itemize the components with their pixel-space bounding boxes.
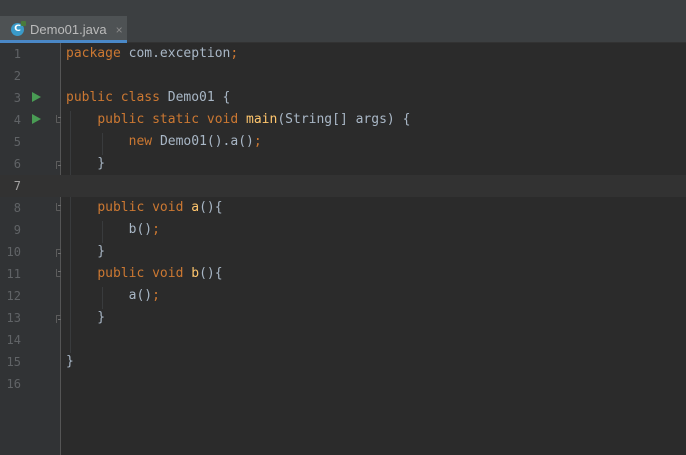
line-number[interactable]: 16 — [0, 373, 21, 395]
code-line[interactable] — [61, 373, 66, 395]
java-class-icon — [11, 21, 26, 36]
code-token: b() — [66, 222, 153, 237]
code-line[interactable]: } — [61, 351, 74, 373]
keyword-token: new — [128, 134, 160, 149]
line-number[interactable]: 7 — [0, 175, 21, 197]
code-token: (String[] args) { — [277, 112, 411, 127]
code-token: Demo01().a() — [159, 134, 254, 149]
keyword-token: ; — [253, 134, 262, 149]
tab-demo01-java[interactable]: Demo01.java × — [0, 16, 127, 43]
code-line[interactable] — [61, 329, 66, 351]
gutter-row: 5 — [0, 131, 61, 153]
code-line[interactable]: } — [61, 307, 105, 329]
gutter-row: 8 — [0, 197, 63, 219]
code-line[interactable]: public class Demo01 { — [61, 87, 230, 109]
keyword-token: public class — [66, 90, 168, 105]
gutter-row: 14 — [0, 329, 61, 351]
code-token: } — [66, 156, 106, 171]
line-number[interactable]: 9 — [0, 219, 21, 241]
gutter-row: 10 — [0, 241, 63, 263]
gutter-row: 1 — [0, 43, 61, 65]
code-token: (){ — [199, 266, 223, 281]
keyword-token: public void — [97, 200, 192, 215]
code-line[interactable]: } — [61, 241, 105, 263]
gutter-row: 15 — [0, 351, 61, 373]
gutter-row: 2 — [0, 65, 61, 87]
line-number[interactable]: 1 — [0, 43, 21, 65]
code-token: a() — [66, 288, 153, 303]
keyword-token: public void — [97, 266, 192, 281]
code-token: } — [66, 310, 106, 325]
code-token: Demo01 { — [167, 90, 231, 105]
keyword-token: ; — [152, 222, 160, 237]
ide-window: Demo01.java × 12345678910111213141516 pa… — [0, 0, 686, 455]
code-token: com.exception — [128, 46, 231, 61]
code-line[interactable]: public static void main(String[] args) { — [61, 109, 410, 131]
line-number[interactable]: 3 — [0, 87, 21, 109]
keyword-token: public static void — [97, 112, 247, 127]
line-number[interactable]: 8 — [0, 197, 21, 219]
line-number[interactable]: 13 — [0, 307, 21, 329]
line-number[interactable]: 14 — [0, 329, 21, 351]
gutter-row: 3 — [0, 87, 61, 109]
method-name-token: a — [191, 200, 200, 215]
gutter-row: 9 — [0, 219, 61, 241]
code-line[interactable]: package com.exception; — [61, 43, 238, 65]
code-editor[interactable]: package com.exception; public class Demo0… — [61, 43, 686, 455]
gutter-row: 7 — [0, 175, 61, 197]
gutter-row: 12 — [0, 285, 61, 307]
code-line[interactable] — [61, 65, 66, 87]
line-number[interactable]: 2 — [0, 65, 21, 87]
code-token: } — [66, 354, 74, 369]
line-number[interactable]: 5 — [0, 131, 21, 153]
gutter-row: 13 — [0, 307, 63, 329]
keyword-token: package — [66, 46, 129, 61]
line-number[interactable]: 12 — [0, 285, 21, 307]
close-icon[interactable]: × — [116, 23, 123, 37]
code-line[interactable]: a(); — [61, 285, 160, 307]
code-line[interactable]: } — [61, 153, 105, 175]
code-line[interactable]: public void a(){ — [61, 197, 223, 219]
code-token: (){ — [199, 200, 223, 215]
keyword-token: ; — [152, 288, 160, 303]
method-name-token: main — [246, 112, 278, 127]
gutter-row: 16 — [0, 373, 61, 395]
line-number[interactable]: 10 — [0, 241, 21, 263]
line-number[interactable]: 11 — [0, 263, 21, 285]
method-name-token: b — [191, 266, 200, 281]
editor-gutter[interactable]: 1 2 3 4 5 6 7 8 9 10 11 12 13 14 15 16 — [0, 43, 63, 455]
line-number[interactable]: 6 — [0, 153, 21, 175]
code-line[interactable] — [61, 175, 686, 197]
code-line[interactable]: new Demo01().a(); — [61, 131, 262, 153]
line-number[interactable]: 15 — [0, 351, 21, 373]
line-number[interactable]: 4 — [0, 109, 21, 131]
gutter-row: 4 — [0, 109, 63, 131]
run-icon[interactable] — [32, 92, 41, 102]
editor-tab-bar: Demo01.java × — [0, 16, 686, 43]
code-line[interactable]: public void b(){ — [61, 263, 223, 285]
code-line[interactable]: b(); — [61, 219, 160, 241]
gutter-row: 11 — [0, 263, 63, 285]
gutter-row: 6 — [0, 153, 63, 175]
keyword-token: ; — [230, 46, 239, 61]
tab-label: Demo01.java — [30, 22, 107, 37]
run-icon[interactable] — [32, 114, 41, 124]
code-token: } — [66, 244, 106, 259]
title-strip — [0, 0, 686, 16]
